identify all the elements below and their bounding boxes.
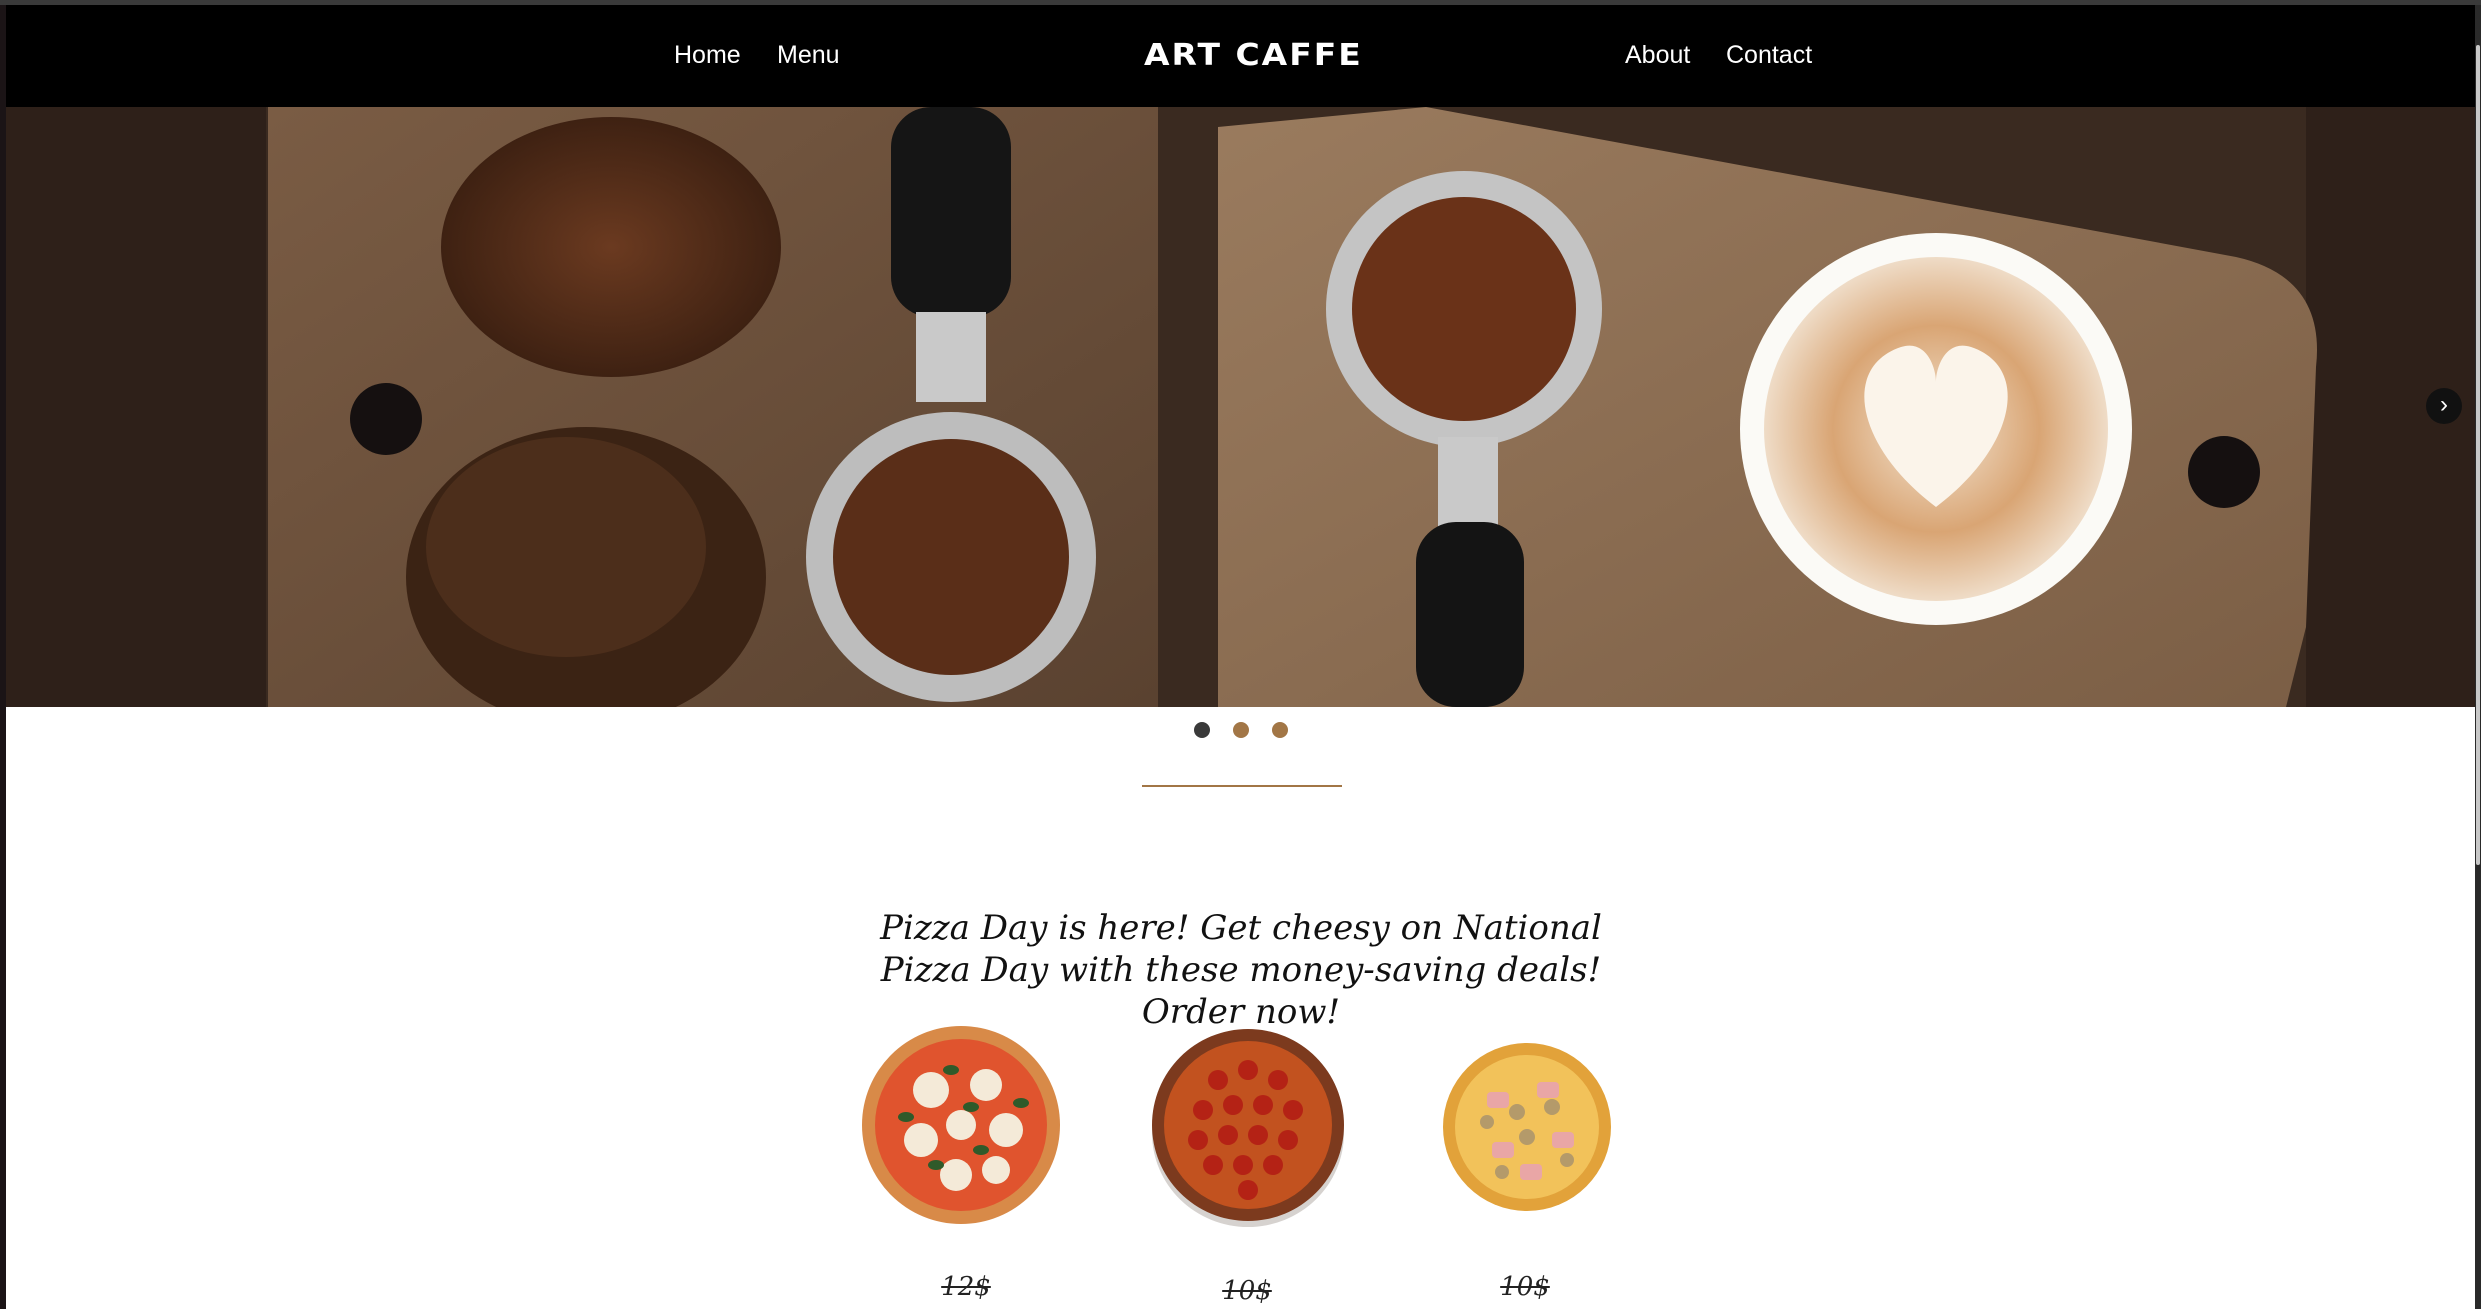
nav-about-link[interactable]: About [1625, 41, 1690, 70]
section-divider [1142, 785, 1342, 787]
pizza-margherita-price: 12$ [941, 1272, 991, 1302]
carousel-dot-2[interactable] [1233, 722, 1249, 738]
page-frame: Home Menu ART CAFFE About Contact › Pizz… [6, 5, 2475, 1309]
page-scrollbar[interactable] [2475, 5, 2481, 1309]
pizza-ham-mushroom-price: 10$ [1500, 1272, 1550, 1302]
hero-carousel: › [6, 107, 2475, 707]
promo-text: Pizza Day is here! Get cheesy on Nationa… [880, 908, 1602, 1032]
carousel-next-button[interactable]: › [2426, 388, 2462, 424]
pizza-ham-mushroom-image[interactable] [1442, 1042, 1612, 1212]
pizza-pepperoni-price: 10$ [1222, 1276, 1272, 1306]
scrollbar-thumb[interactable] [2476, 45, 2480, 865]
carousel-indicators [6, 722, 2475, 742]
pizza-pepperoni-image[interactable] [1148, 1025, 1348, 1230]
nav-home-link[interactable]: Home [674, 41, 741, 70]
pizza-margherita-image[interactable] [861, 1025, 1061, 1225]
nav-menu-link[interactable]: Menu [777, 41, 840, 70]
carousel-dot-1[interactable] [1194, 722, 1210, 738]
site-logo[interactable]: ART CAFFE [1144, 37, 1363, 73]
carousel-dot-3[interactable] [1272, 722, 1288, 738]
top-navbar: Home Menu ART CAFFE About Contact [6, 5, 2475, 107]
nav-contact-link[interactable]: Contact [1726, 41, 1812, 70]
hero-coffee-image [6, 107, 2475, 707]
